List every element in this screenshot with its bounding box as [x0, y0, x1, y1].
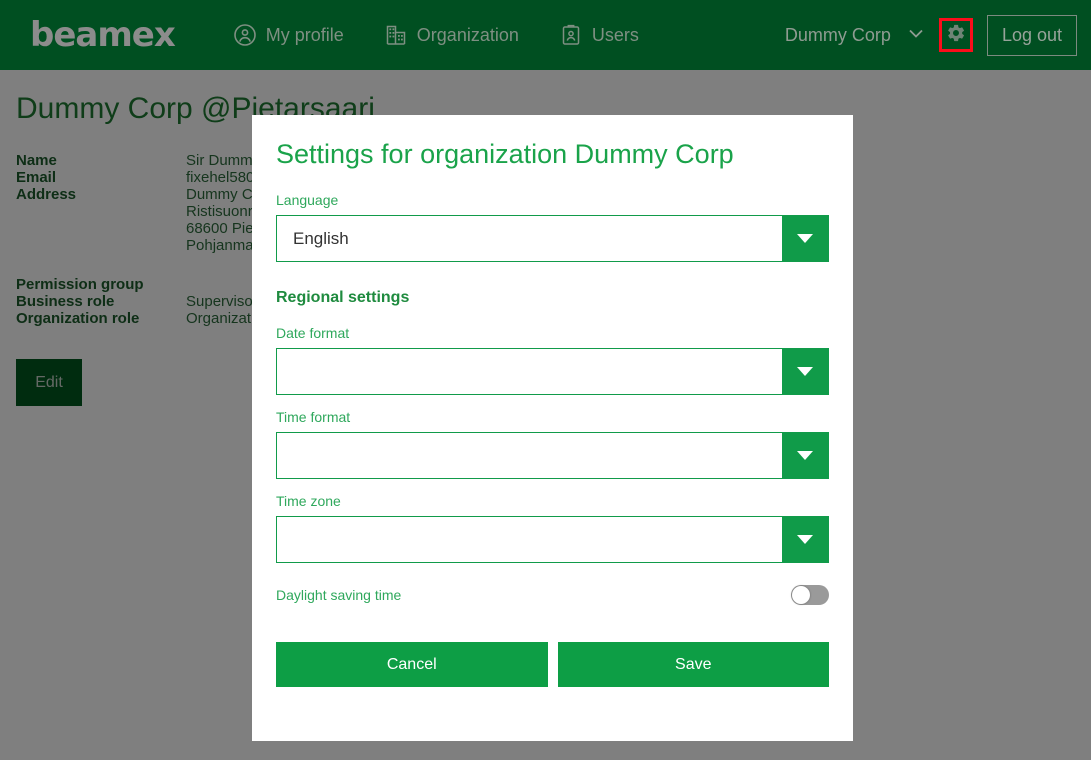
- toggle-knob: [792, 586, 810, 604]
- save-button[interactable]: Save: [557, 642, 829, 687]
- chevron-down-icon[interactable]: [905, 22, 927, 49]
- header-right-group: Dummy Corp Log out: [785, 14, 1091, 56]
- time-format-label: Time format: [276, 409, 351, 425]
- organization-settings-dialog: Settings for organization Dummy Corp Lan…: [252, 115, 853, 741]
- date-format-select-toggle[interactable]: [782, 349, 828, 394]
- language-select-toggle[interactable]: [782, 216, 828, 261]
- daylight-saving-label: Daylight saving time: [276, 587, 402, 603]
- app-root: beamex My profile Organization Users Dum…: [0, 0, 1091, 760]
- nav-label-my-profile: My profile: [265, 24, 344, 45]
- time-format-field-group: Time format: [276, 409, 829, 479]
- chevron-down-icon: [797, 451, 813, 460]
- time-zone-label: Time zone: [276, 493, 341, 509]
- date-format-field-group: Date format: [276, 325, 829, 395]
- time-zone-select[interactable]: [276, 516, 829, 563]
- date-format-label: Date format: [276, 325, 350, 341]
- nav-item-my-profile[interactable]: My profile: [233, 23, 344, 47]
- user-circle-icon: [233, 23, 257, 47]
- language-select[interactable]: English: [276, 215, 829, 262]
- time-zone-select-toggle[interactable]: [782, 517, 828, 562]
- time-zone-field-group: Time zone: [276, 493, 829, 563]
- time-format-select[interactable]: [276, 432, 829, 479]
- org-selector-label[interactable]: Dummy Corp: [785, 25, 891, 46]
- id-badge-icon: [559, 23, 583, 47]
- building-icon: [384, 23, 408, 47]
- dialog-actions: Cancel Save: [276, 642, 829, 687]
- main-nav: My profile Organization Users: [233, 23, 639, 47]
- gear-icon: [946, 23, 966, 48]
- daylight-saving-row: Daylight saving time: [276, 585, 829, 605]
- chevron-down-icon: [797, 367, 813, 376]
- time-format-select-toggle[interactable]: [782, 433, 828, 478]
- date-format-select[interactable]: [276, 348, 829, 395]
- settings-gear-button[interactable]: [938, 18, 973, 52]
- nav-item-users[interactable]: Users: [559, 23, 639, 47]
- nav-label-organization: Organization: [416, 24, 519, 45]
- language-select-value: English: [293, 228, 349, 248]
- top-navigation-bar: beamex My profile Organization Users Dum…: [0, 0, 1091, 70]
- regional-settings-heading: Regional settings: [276, 289, 410, 306]
- nav-item-organization[interactable]: Organization: [384, 23, 519, 47]
- dialog-title: Settings for organization Dummy Corp: [276, 139, 734, 169]
- language-label: Language: [276, 192, 339, 208]
- chevron-down-icon: [797, 535, 813, 544]
- logout-button[interactable]: Log out: [986, 14, 1077, 56]
- cancel-button[interactable]: Cancel: [276, 642, 548, 687]
- beamex-logo: beamex: [30, 15, 176, 55]
- language-field-group: Language English: [276, 192, 829, 262]
- chevron-down-icon: [797, 234, 813, 243]
- daylight-saving-toggle[interactable]: [791, 585, 829, 605]
- nav-label-users: Users: [591, 24, 639, 45]
